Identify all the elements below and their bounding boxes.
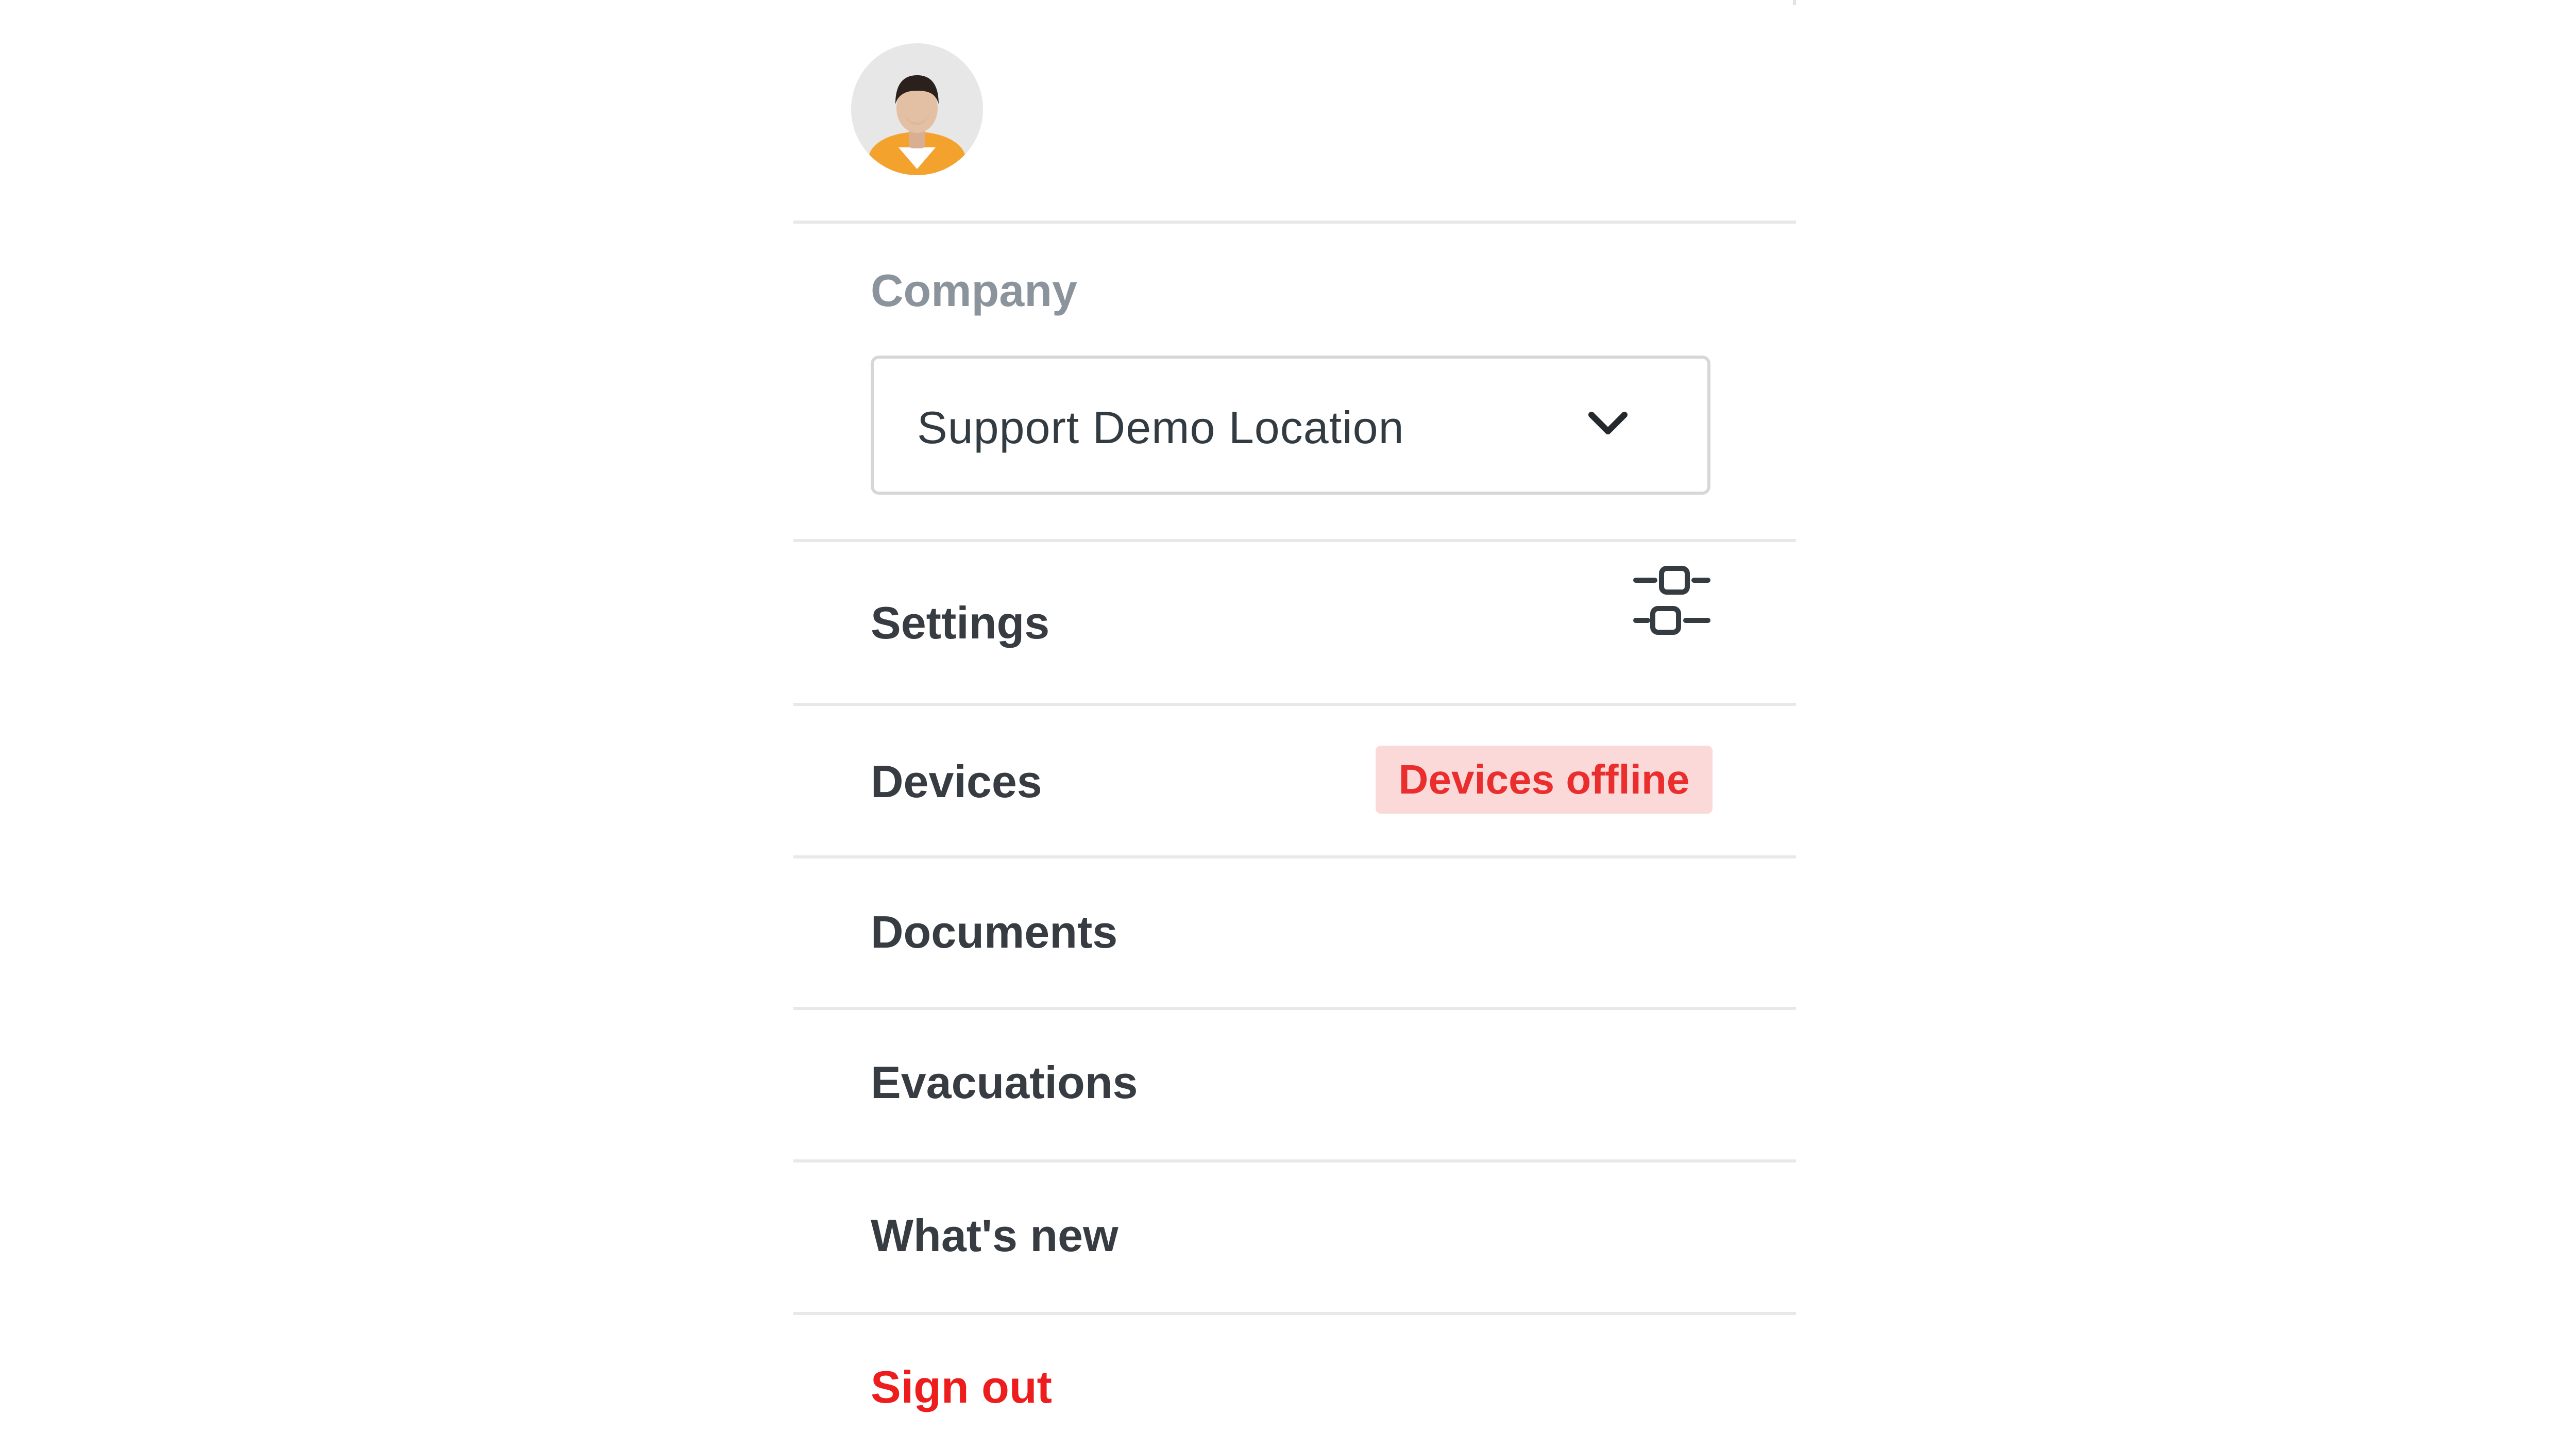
menu-label-settings: Settings <box>871 597 1050 648</box>
menu-item-whats-new[interactable]: What's new <box>793 1162 1796 1312</box>
divider <box>793 221 1796 224</box>
devices-offline-badge: Devices offline <box>1376 746 1713 814</box>
menu-item-settings[interactable]: Settings <box>793 542 1796 703</box>
menu-label-evacuations: Evacuations <box>871 1057 1138 1108</box>
menu-label-documents: Documents <box>871 906 1118 957</box>
menu-label-whats-new: What's new <box>871 1210 1118 1261</box>
menu-label-devices: Devices <box>871 756 1042 807</box>
company-select-value: Support Demo Location <box>917 402 1404 453</box>
sliders-icon <box>1633 565 1710 642</box>
company-label: Company <box>871 265 1077 316</box>
user-avatar[interactable] <box>851 43 983 175</box>
panel-edge <box>1793 0 1796 5</box>
company-select[interactable]: Support Demo Location <box>871 356 1710 495</box>
navigation-drawer: Company Support Demo Location Settings D… <box>793 0 1796 1449</box>
menu-item-sign-out[interactable]: Sign out <box>793 1315 1796 1449</box>
menu-label-sign-out: Sign out <box>871 1361 1052 1412</box>
menu-item-devices[interactable]: Devices Devices offline <box>793 706 1796 855</box>
menu-item-evacuations[interactable]: Evacuations <box>793 1010 1796 1159</box>
menu-item-documents[interactable]: Documents <box>793 858 1796 1007</box>
chevron-down-icon <box>1586 409 1630 440</box>
user-avatar-icon <box>869 75 965 175</box>
